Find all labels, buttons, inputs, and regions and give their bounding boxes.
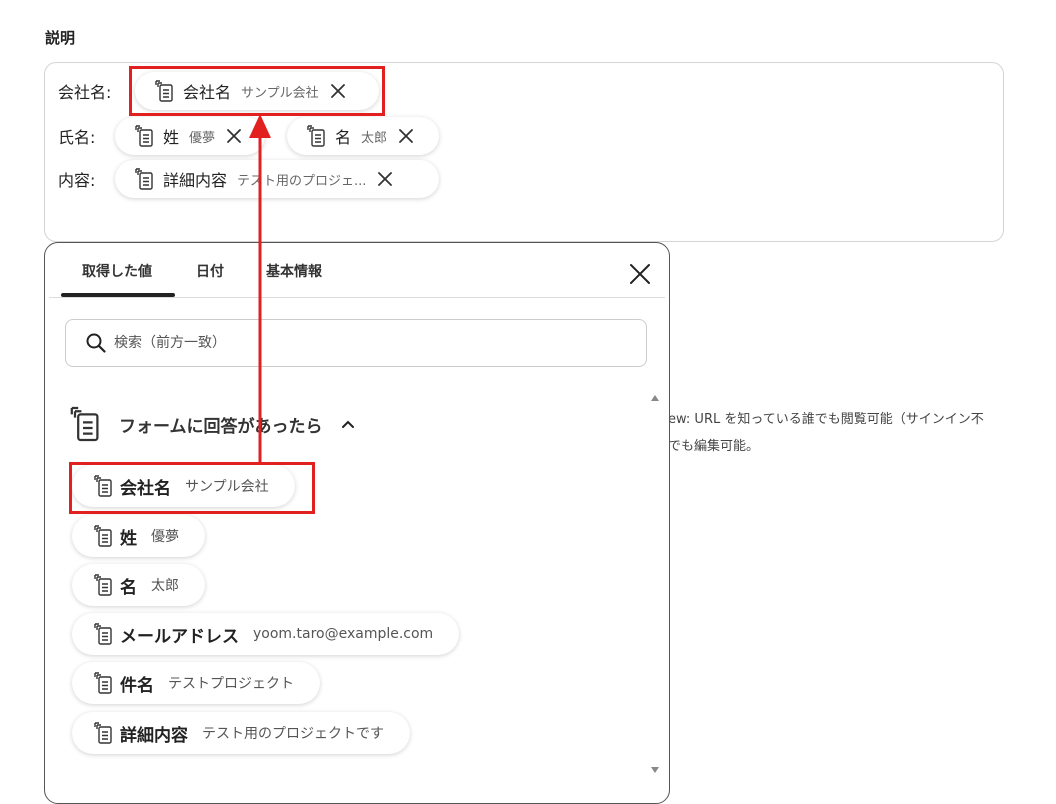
value-picker-panel: 取得した値 日付 基本情報 フォームに回答があったら 会社名 サンプル会社 姓 …	[44, 242, 670, 804]
group-header-form-response[interactable]: フォームに回答があったら	[67, 403, 355, 445]
line-content: 内容:	[58, 160, 95, 198]
option-firstname[interactable]: 名 太郎	[72, 564, 205, 606]
option-subject[interactable]: 件名 テストプロジェクト	[72, 662, 320, 704]
field-pill-firstname[interactable]: 名 太郎	[287, 117, 439, 155]
field-pill-company[interactable]: 会社名 サンプル会社	[135, 72, 379, 110]
group-title: フォームに回答があったら	[119, 416, 323, 437]
pill-value: テスト用のプロジェ...	[237, 173, 367, 189]
option-value: テストプロジェクト	[168, 676, 294, 692]
pill-name: 姓	[163, 128, 180, 147]
line-fullname: 氏名:	[58, 117, 95, 155]
form-field-icon	[92, 574, 112, 596]
option-value: 優夢	[151, 529, 179, 545]
form-field-icon	[153, 80, 173, 102]
field-pill-details[interactable]: 詳細内容 テスト用のプロジェ...	[115, 160, 439, 198]
pill-value: 優夢	[189, 130, 216, 146]
pill-value: サンプル会社	[241, 85, 319, 101]
option-company[interactable]: 会社名 サンプル会社	[72, 465, 295, 507]
option-email[interactable]: メールアドレス yoom.taro@example.com	[72, 613, 460, 655]
sharing-note-line2: でも編集可能。	[668, 439, 760, 454]
search-icon	[86, 333, 106, 353]
close-icon[interactable]	[629, 263, 651, 285]
chevron-up-icon[interactable]	[341, 419, 355, 429]
field-pill-lastname[interactable]: 姓 優夢	[115, 117, 265, 155]
option-name: 会社名	[120, 478, 171, 499]
tab-acquired-values[interactable]: 取得した値	[82, 261, 152, 281]
option-name: 名	[120, 577, 137, 598]
tab-basic-info[interactable]: 基本情報	[266, 261, 322, 281]
line-label: 内容:	[58, 171, 96, 190]
form-field-icon	[92, 722, 112, 744]
line-label: 会社名:	[58, 83, 112, 102]
option-value: テスト用のプロジェクトです	[202, 726, 384, 742]
form-field-icon	[133, 125, 153, 147]
search-input[interactable]	[112, 334, 596, 352]
option-value: 太郎	[151, 578, 179, 594]
close-icon[interactable]	[378, 172, 392, 186]
form-field-icon	[92, 475, 112, 497]
form-field-icon	[67, 406, 99, 442]
close-icon[interactable]	[331, 84, 345, 98]
scroll-down-arrow[interactable]	[651, 767, 659, 773]
option-name: 詳細内容	[120, 725, 188, 746]
option-value: yoom.taro@example.com	[253, 626, 434, 642]
section-label-description: 説明	[45, 29, 76, 47]
pill-name: 詳細内容	[163, 171, 228, 190]
option-value: サンプル会社	[185, 479, 269, 495]
close-icon[interactable]	[399, 129, 413, 143]
form-field-icon	[92, 672, 112, 694]
sharing-note-line1: ew: URL を知っている誰でも閲覧可能（サインイン不	[668, 412, 984, 427]
pill-value: 太郎	[361, 130, 388, 146]
option-lastname[interactable]: 姓 優夢	[72, 515, 205, 557]
close-icon[interactable]	[227, 129, 241, 143]
line-company: 会社名:	[58, 72, 111, 110]
form-field-icon	[305, 125, 325, 147]
line-label: 氏名:	[58, 128, 96, 147]
option-name: 件名	[120, 675, 154, 696]
form-field-icon	[133, 168, 153, 190]
option-details[interactable]: 詳細内容 テスト用のプロジェクトです	[72, 712, 410, 754]
pill-name: 会社名	[183, 83, 232, 102]
pill-name: 名	[335, 128, 352, 147]
tab-date[interactable]: 日付	[196, 261, 224, 281]
scroll-up-arrow[interactable]	[651, 395, 659, 401]
tab-divider	[49, 297, 665, 298]
form-field-icon	[92, 525, 112, 547]
search-box[interactable]	[65, 319, 647, 367]
option-name: 姓	[120, 528, 137, 549]
form-field-icon	[92, 623, 112, 645]
option-name: メールアドレス	[120, 626, 239, 647]
